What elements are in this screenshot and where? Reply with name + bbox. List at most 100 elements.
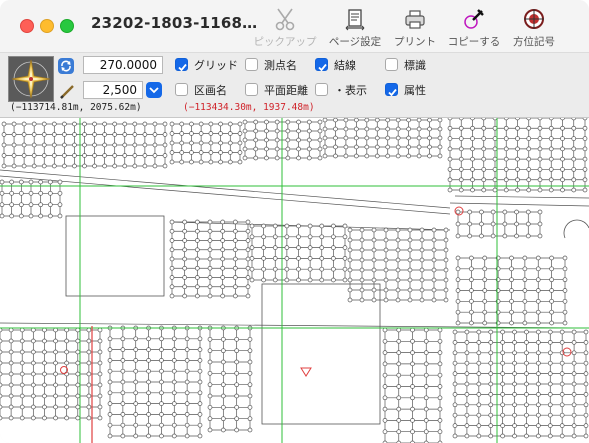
survey-point (482, 309, 488, 315)
survey-point (503, 146, 509, 152)
survey-point (179, 159, 185, 165)
marker-checkbox[interactable] (385, 58, 398, 71)
survey-point (232, 284, 238, 290)
survey-point (220, 238, 226, 243)
survey-point (559, 423, 565, 428)
survey-point (447, 167, 453, 172)
survey-point (184, 401, 190, 406)
survey-point (274, 128, 280, 134)
survey-point (371, 267, 377, 273)
angle-input[interactable]: 270.0000 (83, 56, 163, 74)
survey-point (296, 137, 301, 143)
survey-point (42, 327, 47, 333)
survey-point (306, 146, 312, 152)
display-checkbox[interactable] (315, 83, 328, 96)
minimize-button[interactable] (40, 19, 54, 33)
plane-distance-checkbox[interactable] (245, 83, 258, 96)
map-canvas[interactable] (0, 115, 589, 443)
survey-point (245, 238, 251, 243)
survey-point (464, 423, 470, 428)
survey-point (9, 213, 15, 219)
parcel-map[interactable] (0, 115, 589, 443)
pencil-button[interactable] (58, 83, 76, 101)
survey-point (317, 119, 323, 125)
survey-point (562, 309, 568, 315)
survey-point (437, 338, 443, 344)
survey-point (410, 429, 415, 435)
survey-point (562, 266, 568, 272)
survey-point (274, 155, 280, 161)
survey-point (120, 422, 126, 428)
survey-point (571, 167, 577, 172)
compass-preview[interactable] (8, 56, 54, 102)
survey-point (306, 128, 312, 134)
parcel-line (0, 322, 589, 329)
scale-input[interactable]: 2,500 (83, 81, 143, 99)
survey-point (482, 298, 488, 304)
attribute-checkbox[interactable] (385, 83, 398, 97)
survey-point (169, 121, 175, 127)
survey-point (30, 382, 36, 388)
survey-point (189, 121, 194, 127)
survey-point (53, 338, 58, 344)
compass-mark-button[interactable]: 方位記号 (508, 6, 560, 50)
survey-point (410, 361, 415, 367)
zoom-button[interactable] (60, 19, 74, 33)
survey-point (194, 293, 200, 299)
survey-point (51, 121, 57, 127)
survey-point (102, 153, 107, 158)
survey-point (447, 136, 453, 141)
survey-point (488, 412, 494, 418)
survey-point (514, 209, 519, 215)
grid-checkbox[interactable] (175, 58, 188, 72)
survey-point (371, 247, 377, 253)
survey-point (171, 433, 177, 439)
survey-point (307, 277, 313, 283)
survey-point (232, 219, 238, 225)
connection-line-checkbox[interactable] (315, 58, 328, 72)
survey-point (359, 237, 365, 243)
survey-point (537, 136, 543, 141)
survey-point (234, 348, 240, 354)
survey-point (284, 277, 290, 283)
survey-point (86, 415, 92, 421)
station-name-checkbox[interactable] (245, 58, 258, 71)
survey-point (502, 233, 508, 239)
survey-point (447, 115, 453, 121)
scale-dropdown-button[interactable] (146, 82, 162, 98)
survey-point (423, 395, 429, 401)
survey-point (0, 382, 3, 388)
survey-point (207, 247, 213, 253)
survey-point (547, 402, 553, 408)
survey-point (492, 136, 498, 141)
survey-point (500, 412, 505, 418)
survey-point (247, 404, 253, 410)
survey-point (522, 309, 528, 315)
survey-point (28, 179, 34, 185)
survey-point (253, 146, 259, 152)
pickup-button[interactable]: ピックアップ (253, 6, 317, 50)
refresh-button[interactable] (58, 58, 74, 74)
survey-point (133, 379, 139, 385)
survey-point (107, 347, 113, 352)
survey-point (197, 368, 203, 374)
survey-point (536, 412, 541, 418)
copy-button[interactable]: コピーする (445, 6, 503, 50)
parcel-name-checkbox[interactable] (175, 83, 188, 96)
survey-point (479, 233, 484, 239)
print-button[interactable]: プリント (390, 6, 440, 50)
survey-point (107, 422, 113, 428)
survey-point (159, 401, 164, 406)
survey-point (31, 121, 37, 127)
survey-point (82, 132, 87, 137)
page-setup-button[interactable]: ページ設定 (325, 6, 385, 50)
survey-point (86, 338, 92, 344)
survey-point (53, 393, 58, 399)
survey-point (464, 402, 470, 408)
survey-point (331, 277, 336, 283)
survey-point (359, 257, 365, 263)
survey-point (237, 159, 243, 165)
close-button[interactable] (20, 19, 34, 33)
survey-point (182, 247, 188, 253)
survey-point (458, 136, 464, 141)
